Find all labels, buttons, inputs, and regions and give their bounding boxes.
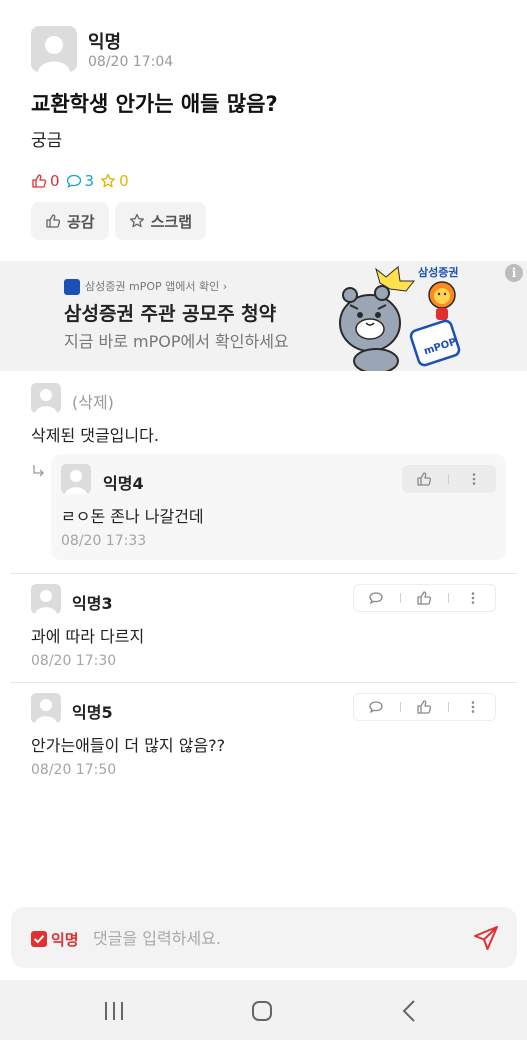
like-button-label: 공감 — [67, 212, 95, 231]
comment-text: 삭제된 댓글입니다. — [31, 426, 159, 445]
reply-arrow-icon — [33, 465, 44, 477]
more-vertical-icon[interactable] — [466, 471, 482, 487]
back-icon[interactable] — [397, 998, 423, 1024]
reply-text: ㄹㅇ돈 존나 나갈건데 — [61, 507, 204, 526]
post-action-buttons: 공감 스크랩 — [31, 202, 212, 240]
thumbs-up-icon — [46, 214, 61, 228]
ad-badge: 삼성증권 — [418, 266, 459, 279]
action-separator — [448, 474, 450, 484]
speech-bubble-icon[interactable] — [368, 699, 384, 715]
post-time: 08/20 17:04 — [88, 54, 174, 70]
comment-count: 3 — [84, 172, 95, 190]
action-separator — [448, 593, 450, 603]
reply-avatar — [61, 464, 91, 494]
post-body: 궁금 — [31, 131, 63, 151]
check-icon — [33, 935, 45, 944]
action-separator — [448, 702, 450, 712]
thumbs-up-icon[interactable] — [416, 590, 432, 606]
scrap-count: 0 — [119, 172, 129, 190]
system-navigation-bar — [0, 980, 527, 1040]
scrap-button-label: 스크랩 — [150, 212, 193, 231]
comment-text: 과에 따라 다르지 — [31, 627, 145, 646]
comment-input[interactable] — [93, 925, 463, 951]
like-button[interactable]: 공감 — [31, 202, 109, 240]
speech-bubble-icon[interactable] — [368, 590, 384, 606]
like-count: 0 — [50, 172, 60, 190]
mpop-app-logo — [64, 279, 80, 295]
reply-author: 익명4 — [103, 474, 144, 493]
ad-subtitle: 지금 바로 mPOP에서 확인하세요 — [64, 332, 289, 351]
anonymous-checkbox[interactable] — [31, 931, 47, 947]
action-separator — [399, 702, 401, 712]
comment-avatar — [31, 584, 61, 614]
paper-plane-icon[interactable] — [472, 924, 500, 952]
thumbs-up-icon[interactable] — [416, 699, 432, 715]
ad-mascot-illustration: mPOP — [339, 266, 461, 371]
comment-time: 08/20 17:50 — [31, 762, 117, 778]
comment-action-bar — [353, 693, 496, 721]
reply-action-bar — [402, 465, 496, 493]
reply-time: 08/20 17:33 — [61, 533, 147, 549]
post-title: 교환학생 안가는 애들 많음? — [31, 92, 278, 116]
comment-author: 익명5 — [72, 703, 113, 722]
star-icon — [101, 173, 116, 188]
more-vertical-icon[interactable] — [465, 590, 481, 606]
recent-apps-icon[interactable] — [101, 998, 127, 1024]
action-separator — [399, 593, 401, 603]
ad-banner[interactable]: 삼성증권 mPOP 앱에서 확인 › 삼성증권 주관 공모주 청약 지금 바로 … — [0, 261, 527, 371]
more-vertical-icon[interactable] — [465, 699, 481, 715]
comment-input-bar: 익명 — [11, 907, 517, 968]
post-author-avatar — [31, 26, 77, 72]
comment-avatar — [31, 383, 61, 413]
comment-text: 안가는애들이 더 많지 않음?? — [31, 736, 226, 755]
post-author-name: 익명 — [88, 32, 122, 53]
scrap-stat: 0 — [100, 172, 129, 190]
comment-action-bar — [353, 584, 496, 612]
post-stats: 0 3 0 — [31, 171, 135, 191]
comment-divider — [10, 682, 517, 683]
speech-bubble-icon — [66, 174, 81, 189]
comment-author-deleted: (삭제) — [72, 393, 114, 412]
comment-avatar — [31, 693, 61, 723]
ad-info-icon[interactable]: i — [505, 264, 523, 282]
like-stat: 0 — [31, 172, 60, 190]
star-icon — [129, 213, 144, 228]
comment-stat: 3 — [66, 172, 95, 190]
comment-author: 익명3 — [72, 594, 113, 613]
home-icon[interactable] — [249, 998, 275, 1024]
thumbs-up-icon[interactable] — [416, 471, 432, 487]
comment-divider — [10, 573, 517, 574]
ad-title: 삼성증권 주관 공모주 청약 — [64, 303, 277, 325]
ad-source: 삼성증권 mPOP 앱에서 확인 › — [85, 280, 228, 293]
comment-time: 08/20 17:30 — [31, 653, 117, 669]
thumbs-up-icon — [32, 174, 47, 188]
anonymous-label[interactable]: 익명 — [51, 929, 79, 950]
scrap-button[interactable]: 스크랩 — [114, 202, 207, 240]
